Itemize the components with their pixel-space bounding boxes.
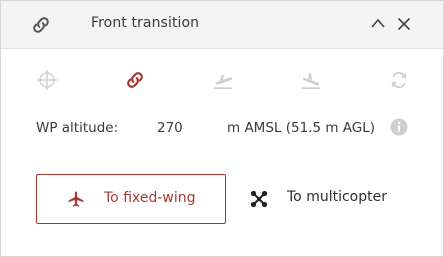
to-multicopter-button[interactable]: To multicopter — [242, 174, 412, 224]
front-transition-panel: Front transition WP altitude: 270 m AMSL… — [0, 0, 444, 257]
link-icon[interactable] — [124, 69, 146, 91]
wp-altitude-unit: m AMSL (51.5 m AGL) — [227, 120, 376, 136]
link-icon — [33, 17, 49, 33]
airplane-icon — [68, 191, 84, 207]
landing-icon[interactable] — [300, 69, 322, 91]
wp-altitude-label: WP altitude: — [36, 120, 119, 136]
info-icon[interactable] — [390, 118, 408, 136]
to-multicopter-label: To multicopter — [287, 189, 387, 205]
panel-title: Front transition — [91, 15, 200, 31]
takeoff-icon[interactable] — [212, 69, 234, 91]
mode-icon-row — [1, 65, 443, 95]
panel-header: Front transition — [1, 1, 443, 49]
crosshair-icon[interactable] — [36, 69, 58, 91]
drone-icon — [250, 190, 268, 208]
wp-altitude-value[interactable]: 270 — [157, 120, 183, 136]
close-icon[interactable] — [395, 15, 413, 33]
refresh-icon[interactable] — [388, 69, 410, 91]
chevron-up-icon[interactable] — [369, 15, 387, 33]
to-fixed-wing-label: To fixed-wing — [104, 190, 196, 206]
to-fixed-wing-button[interactable]: To fixed-wing — [36, 174, 226, 224]
